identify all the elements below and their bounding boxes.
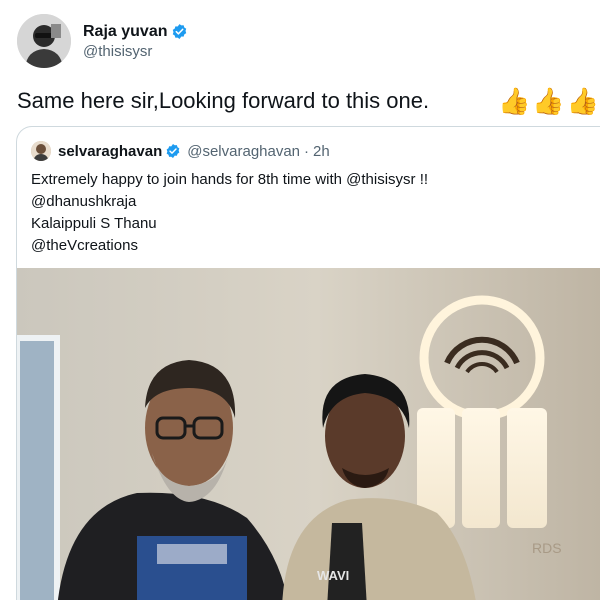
quoted-handle[interactable]: @selvaraghavan [187, 143, 300, 160]
quoted-display-name[interactable]: selvaraghavan [58, 143, 162, 160]
quoted-tweet[interactable]: selvaraghavan @selvaraghavan · 2h Extrem… [16, 126, 600, 600]
quoted-timestamp[interactable]: 2h [313, 143, 330, 160]
display-name[interactable]: Raja yuvan [83, 23, 167, 41]
quoted-tweet-header: selvaraghavan @selvaraghavan · 2h [31, 141, 330, 161]
sign-subtext: RDS [532, 540, 562, 556]
tweet: Raja yuvan @thisisysr Same here sir,Look… [0, 0, 600, 600]
quoted-mention-line[interactable]: @dhanushkraja [31, 191, 428, 213]
handle[interactable]: @thisisysr [83, 43, 188, 60]
thumbs-up-emoji: 👍 [566, 86, 600, 116]
display-name-row: Raja yuvan [83, 23, 188, 41]
quoted-mention-line[interactable]: @theVcreations [31, 235, 428, 257]
separator-dot: · [304, 142, 310, 160]
avatar-photo [17, 14, 71, 68]
tweet-header: Raja yuvan @thisisysr [17, 14, 188, 68]
quoted-avatar-photo [31, 141, 51, 161]
name-block: Raja yuvan @thisisysr [83, 23, 188, 60]
quoted-text-line: Extremely happy to join hands for 8th ti… [31, 171, 429, 188]
emoji-row: 👍 👍 👍 [498, 86, 599, 116]
quoted-tweet-text: Extremely happy to join hands for 8th ti… [31, 169, 428, 257]
shirt-print-text: WAVI [317, 568, 349, 583]
verified-badge-icon [173, 24, 187, 39]
quoted-avatar[interactable] [31, 141, 51, 161]
quoted-tweet-photo[interactable]: RDS WAVI [17, 268, 600, 600]
quoted-text-line: Kalaippuli S Thanu [31, 215, 157, 232]
thumbs-up-emoji: 👍 [532, 86, 565, 116]
tweet-text: Same here sir,Looking forward to this on… [17, 88, 430, 113]
avatar[interactable] [17, 14, 71, 68]
verified-badge-icon [166, 144, 180, 158]
thumbs-up-emoji: 👍 [498, 86, 531, 116]
